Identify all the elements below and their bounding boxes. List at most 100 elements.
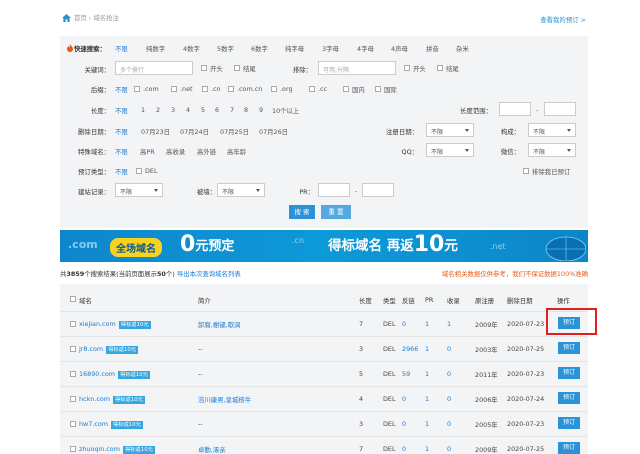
- suffix-item[interactable]: .org: [280, 85, 293, 93]
- breadcrumb-home[interactable]: 首页: [74, 13, 87, 22]
- quick-item[interactable]: 4声母: [391, 44, 408, 53]
- exclude-start-checkbox[interactable]: [404, 65, 410, 71]
- wechat-select[interactable]: 不限: [528, 143, 576, 157]
- row-domain[interactable]: 16890.com 得标返10元: [79, 370, 150, 379]
- keyword-end-checkbox[interactable]: [234, 65, 240, 71]
- delete-date-item[interactable]: 07月23日: [141, 127, 170, 136]
- length-item[interactable]: 5: [201, 106, 205, 114]
- reset-button[interactable]: 重 置: [321, 205, 351, 219]
- row-checkbox[interactable]: [70, 321, 76, 327]
- qq-select[interactable]: 不限: [426, 143, 474, 157]
- suffix-checkbox[interactable]: [309, 86, 315, 92]
- quick-item[interactable]: 6数字: [251, 44, 268, 53]
- suffix-checkbox[interactable]: [134, 86, 140, 92]
- delete-date-item[interactable]: 07月24日: [180, 127, 209, 136]
- row-backlink[interactable]: 59: [402, 370, 410, 378]
- row-checkbox[interactable]: [70, 446, 76, 452]
- row-index[interactable]: 0: [447, 370, 451, 378]
- length-item[interactable]: 9: [259, 106, 263, 114]
- history-select[interactable]: 不限: [115, 183, 163, 197]
- row-index[interactable]: 0: [447, 395, 451, 403]
- book-type-checkbox[interactable]: [136, 168, 142, 174]
- special-item[interactable]: 高收录: [166, 147, 185, 156]
- row-checkbox[interactable]: [70, 421, 76, 427]
- special-item[interactable]: 高PR: [140, 147, 155, 156]
- row-backlink[interactable]: 2966: [402, 345, 418, 353]
- keyword-start-checkbox[interactable]: [201, 65, 207, 71]
- row-domain[interactable]: jr8.com 得标返10元: [79, 345, 139, 354]
- export-link[interactable]: 导出本次查询域名列表: [177, 270, 241, 278]
- length-item[interactable]: 2: [156, 106, 160, 114]
- col-deldate[interactable]: 删除日期: [507, 296, 533, 305]
- length-item[interactable]: 不限: [115, 106, 128, 115]
- length-item[interactable]: 3: [171, 106, 175, 114]
- suffix-item[interactable]: 不限: [115, 85, 128, 94]
- my-booking-link[interactable]: 查看我的预订 >: [540, 15, 586, 24]
- suffix-item[interactable]: .net: [180, 85, 193, 93]
- compose-select[interactable]: 不限: [528, 123, 576, 137]
- pr-min-input[interactable]: [318, 183, 350, 197]
- book-button[interactable]: 预订: [558, 417, 580, 429]
- book-button[interactable]: 预订: [558, 342, 580, 354]
- row-index[interactable]: 0: [447, 420, 451, 428]
- book-button[interactable]: 预订: [558, 367, 580, 379]
- suffix-item[interactable]: 国际: [384, 85, 397, 94]
- book-button[interactable]: 预订: [558, 442, 580, 454]
- length-item[interactable]: 10个以上: [272, 106, 299, 115]
- promo-banner[interactable]: .com 全场域名 0 元预定 .cn 得标域名 再返 10 元 .net: [60, 230, 588, 262]
- col-backlink[interactable]: 反链: [402, 296, 415, 305]
- quick-item[interactable]: 拼音: [426, 44, 439, 53]
- row-checkbox[interactable]: [70, 346, 76, 352]
- col-index[interactable]: 收录: [447, 296, 460, 305]
- quick-item[interactable]: 纯数字: [146, 44, 165, 53]
- quick-item[interactable]: 纯字母: [285, 44, 304, 53]
- length-item[interactable]: 6: [215, 106, 219, 114]
- book-type-item[interactable]: 不限: [115, 167, 128, 176]
- reg-date-select[interactable]: 不限: [426, 123, 474, 137]
- length-item[interactable]: 1: [141, 106, 145, 114]
- domain-link[interactable]: xiejian.com: [79, 320, 116, 328]
- delete-date-item[interactable]: 不限: [115, 127, 128, 136]
- length-item[interactable]: 7: [230, 106, 234, 114]
- suffix-checkbox[interactable]: [228, 86, 234, 92]
- suffix-checkbox[interactable]: [271, 86, 277, 92]
- select-all-checkbox[interactable]: [70, 296, 76, 302]
- suffix-item[interactable]: .com: [143, 85, 159, 93]
- suffix-checkbox[interactable]: [171, 86, 177, 92]
- row-backlink[interactable]: 0: [402, 395, 406, 403]
- quick-item[interactable]: 4数字: [183, 44, 200, 53]
- quick-item[interactable]: 3字母: [322, 44, 339, 53]
- suffix-item[interactable]: 国内: [352, 85, 365, 94]
- exclude-end-checkbox[interactable]: [437, 65, 443, 71]
- special-item[interactable]: 高年龄: [227, 147, 246, 156]
- col-length[interactable]: 长度: [359, 296, 372, 305]
- suffix-item[interactable]: .cc: [318, 85, 327, 93]
- length-item[interactable]: 8: [244, 106, 248, 114]
- row-domain[interactable]: zhuoqin.com 得标返10元: [79, 445, 155, 454]
- quick-item[interactable]: 杂米: [456, 44, 469, 53]
- book-type-item[interactable]: DEL: [145, 167, 158, 175]
- exclude-input[interactable]: 可用,分隔: [318, 61, 396, 75]
- row-backlink[interactable]: 0: [402, 420, 406, 428]
- wall-select[interactable]: 不限: [217, 183, 265, 197]
- row-index[interactable]: 0: [447, 345, 451, 353]
- domain-link[interactable]: zhuoqin.com: [79, 445, 120, 453]
- suffix-checkbox[interactable]: [202, 86, 208, 92]
- suffix-item[interactable]: .com.cn: [237, 85, 262, 93]
- length-item[interactable]: 4: [186, 106, 190, 114]
- row-checkbox[interactable]: [70, 371, 76, 377]
- domain-link[interactable]: 16890.com: [79, 370, 115, 378]
- home-icon[interactable]: [62, 13, 71, 22]
- book-button[interactable]: 预订: [558, 392, 580, 404]
- col-pr[interactable]: PR: [425, 296, 433, 304]
- domain-link[interactable]: hckn.com: [79, 395, 110, 403]
- special-item[interactable]: 高外链: [197, 147, 216, 156]
- special-item[interactable]: 不限: [115, 147, 128, 156]
- search-button[interactable]: 搜 索: [289, 205, 315, 219]
- domain-link[interactable]: jr8.com: [79, 345, 103, 353]
- exclude-booked-checkbox[interactable]: [523, 168, 529, 174]
- length-min-input[interactable]: [499, 102, 531, 116]
- suffix-item[interactable]: .cn: [211, 85, 221, 93]
- col-reg[interactable]: 原注册: [475, 296, 494, 305]
- length-max-input[interactable]: [544, 102, 576, 116]
